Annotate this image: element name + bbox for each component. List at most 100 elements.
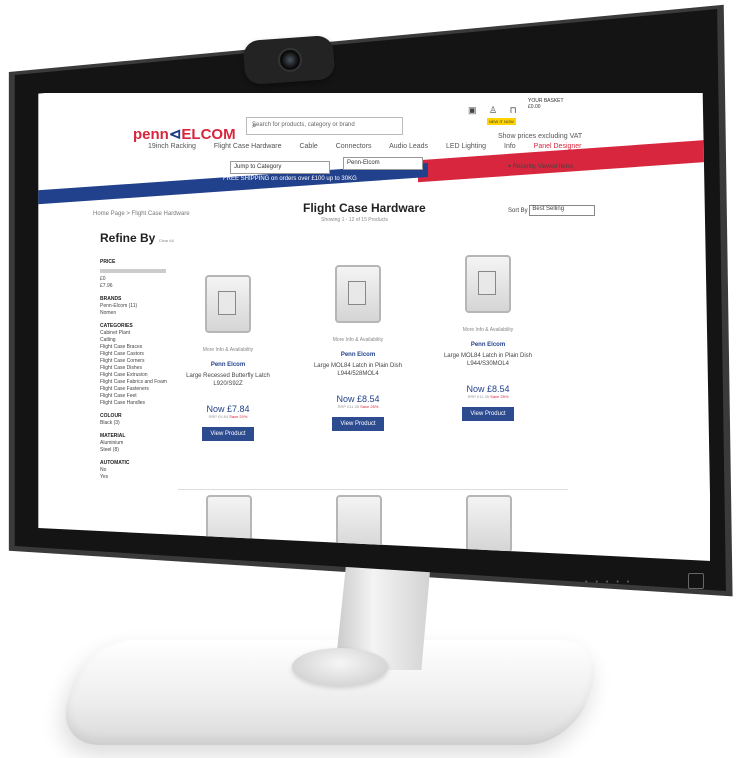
filter-heading-price: PRICE bbox=[100, 259, 116, 265]
search-input[interactable]: Search for products, category or brand ⌕ bbox=[246, 117, 403, 135]
shipping-banner-text: FREE SHIPPING on orders over £100 up to … bbox=[223, 176, 357, 182]
product-image[interactable] bbox=[205, 275, 251, 333]
account-icon[interactable]: ♙ bbox=[489, 105, 497, 115]
screen-area: penn⊲ELCOM Search for products, category… bbox=[38, 34, 712, 561]
filter-option[interactable]: Black (3) bbox=[100, 420, 167, 427]
refine-title: Refine By Clear All bbox=[100, 231, 174, 245]
filter-option[interactable]: Steel (8) bbox=[100, 447, 167, 454]
filter-option[interactable]: Flight Case Corners bbox=[100, 358, 167, 365]
rrp-value: RRP £11.35 bbox=[467, 394, 490, 399]
product-name[interactable]: Large MOL84 Latch in Plain Dish L944/528… bbox=[313, 362, 403, 378]
filter-option[interactable]: Flight Case Braces bbox=[100, 344, 167, 351]
product-image[interactable] bbox=[335, 265, 381, 323]
view-product-button[interactable]: View Product bbox=[332, 417, 384, 431]
nav-item-panel-designer[interactable]: Panel Designer bbox=[534, 143, 582, 150]
sort-control: Sort By Best Selling bbox=[508, 205, 596, 216]
row-divider bbox=[178, 489, 568, 490]
save-badge: Save 25% bbox=[490, 394, 509, 399]
result-count: Showing 1 - 12 of 15 Products bbox=[321, 217, 388, 223]
clear-all-link[interactable]: Clear All bbox=[159, 238, 174, 243]
product-price: Now £8.54 bbox=[466, 384, 510, 394]
price-range-slider[interactable] bbox=[100, 269, 166, 273]
price-max: £7.96 bbox=[100, 283, 113, 289]
filter-option[interactable]: Nomen bbox=[100, 310, 167, 317]
nav-item-racking[interactable]: 19inch Racking bbox=[148, 143, 196, 150]
basket-summary[interactable]: YOUR BASKET £0.00 bbox=[528, 98, 564, 110]
filter-heading-categories: CATEGORIES bbox=[100, 323, 133, 329]
nav-item-audio-leads[interactable]: Audio Leads bbox=[389, 143, 428, 150]
product-rrp: RRP £11.35 Save 25% bbox=[313, 404, 403, 409]
more-info-link[interactable]: More Info & Availability bbox=[313, 337, 403, 343]
basket-icon[interactable]: ⊓ bbox=[510, 105, 517, 115]
view-product-button[interactable]: View Product bbox=[202, 427, 254, 441]
monitor-stand-hinge-disc bbox=[292, 648, 388, 686]
filter-option[interactable]: Flight Case Fasteners bbox=[100, 386, 167, 393]
price-min: £0 bbox=[100, 276, 106, 282]
refine-heading: Refine By bbox=[100, 231, 156, 245]
recently-viewed-toggle[interactable]: ▾ Recently Viewed Items bbox=[508, 163, 574, 170]
filter-option[interactable]: Flight Case Extrusion bbox=[100, 372, 167, 379]
save-badge: Save 25% bbox=[360, 404, 379, 409]
view-product-button[interactable]: View Product bbox=[462, 407, 514, 421]
monitor: penn⊲ELCOM Search for products, category… bbox=[0, 0, 737, 600]
search-icon[interactable]: ⌕ bbox=[252, 121, 396, 131]
product-name[interactable]: Large MOL84 Latch in Plain Dish L944/S30… bbox=[443, 352, 533, 368]
main-nav: 19inch Racking Flight Case Hardware Cabl… bbox=[148, 143, 598, 150]
product-image[interactable] bbox=[465, 255, 511, 313]
sort-label: Sort By bbox=[508, 208, 528, 215]
product-brand: Penn Elcom bbox=[470, 342, 506, 348]
filter-option[interactable]: Flight Case Fabrics and Foam bbox=[100, 379, 167, 386]
filter-option[interactable]: Flight Case Dishes bbox=[100, 365, 167, 372]
category-select[interactable]: Jump to Category bbox=[230, 161, 330, 174]
product-price: Now £8.54 bbox=[336, 394, 380, 404]
monitor-control-buttons[interactable]: ••••• bbox=[585, 579, 637, 586]
new-badge: NEW IT NOW bbox=[487, 118, 516, 125]
basket-total: £0.00 bbox=[528, 104, 541, 110]
product-name[interactable]: Large Recessed Butterfly Latch L920/S92Z bbox=[183, 372, 273, 388]
rrp-value: RRP £11.35 bbox=[337, 404, 360, 409]
page-title: Flight Case Hardware bbox=[303, 201, 426, 215]
product-card[interactable]: More Info & Availability Penn Elcom Larg… bbox=[183, 275, 273, 441]
filter-option[interactable]: Flight Case Feet bbox=[100, 393, 167, 400]
penn-elcom-logo[interactable]: penn⊲ELCOM bbox=[133, 125, 236, 143]
brand-select[interactable]: Penn-Elcom bbox=[343, 157, 423, 170]
product-price: Now £7.84 bbox=[206, 404, 250, 414]
header-icons: ▣ ♙ ⊓ bbox=[468, 105, 527, 116]
more-info-link[interactable]: More Info & Availability bbox=[183, 347, 273, 353]
nav-item-connectors[interactable]: Connectors bbox=[336, 143, 372, 150]
product-image[interactable] bbox=[466, 495, 512, 553]
filter-option[interactable]: Aluminium bbox=[100, 440, 167, 447]
power-button[interactable] bbox=[688, 573, 704, 589]
nav-item-cable[interactable]: Cable bbox=[299, 143, 317, 150]
sort-select[interactable]: Best Selling bbox=[529, 205, 596, 216]
filter-heading-colour: COLOUR bbox=[100, 413, 122, 419]
product-brand: Penn Elcom bbox=[210, 362, 246, 368]
filter-option[interactable]: Flight Case Handles bbox=[100, 400, 167, 407]
filter-option[interactable]: Flight Case Castors bbox=[100, 351, 167, 358]
filter-option[interactable]: Cabinet Plant bbox=[100, 330, 167, 337]
vat-toggle[interactable]: Show prices excluding VAT bbox=[498, 133, 582, 140]
filter-option[interactable]: Yes bbox=[100, 474, 167, 481]
product-brand: Penn Elcom bbox=[340, 352, 376, 358]
product-rrp: RRP £9.84 Save 20% bbox=[183, 414, 273, 419]
nav-item-flight-case-hardware[interactable]: Flight Case Hardware bbox=[214, 143, 282, 150]
filter-heading-automatic: AUTOMATIC bbox=[100, 460, 130, 466]
more-info-link[interactable]: More Info & Availability bbox=[443, 327, 533, 333]
product-card[interactable]: More Info & Availability Penn Elcom Larg… bbox=[313, 265, 403, 431]
filter-heading-brands: BRANDS bbox=[100, 296, 122, 302]
breadcrumb[interactable]: Home Page > Flight Case Hardware bbox=[93, 211, 190, 217]
rrp-value: RRP £9.84 bbox=[208, 414, 229, 419]
product-rrp: RRP £11.35 Save 25% bbox=[443, 394, 533, 399]
filters-sidebar: PRICE £0 £7.96 BRANDS Penn-Elcom (11) No… bbox=[100, 253, 167, 481]
product-card[interactable]: More Info & Availability Penn Elcom Larg… bbox=[443, 255, 533, 421]
save-badge: Save 20% bbox=[229, 414, 248, 419]
filter-option[interactable]: Penn-Elcom (11) bbox=[100, 303, 167, 310]
webcam bbox=[242, 34, 336, 86]
filter-heading-material: MATERIAL bbox=[100, 433, 126, 439]
uk-flag-icon[interactable]: ▣ bbox=[468, 105, 477, 115]
webcam-lens bbox=[277, 47, 303, 73]
filter-option[interactable]: Catling bbox=[100, 337, 167, 344]
nav-item-info[interactable]: Info bbox=[504, 143, 516, 150]
nav-item-led-lighting[interactable]: LED Lighting bbox=[446, 143, 486, 150]
filter-option[interactable]: No bbox=[100, 467, 167, 474]
